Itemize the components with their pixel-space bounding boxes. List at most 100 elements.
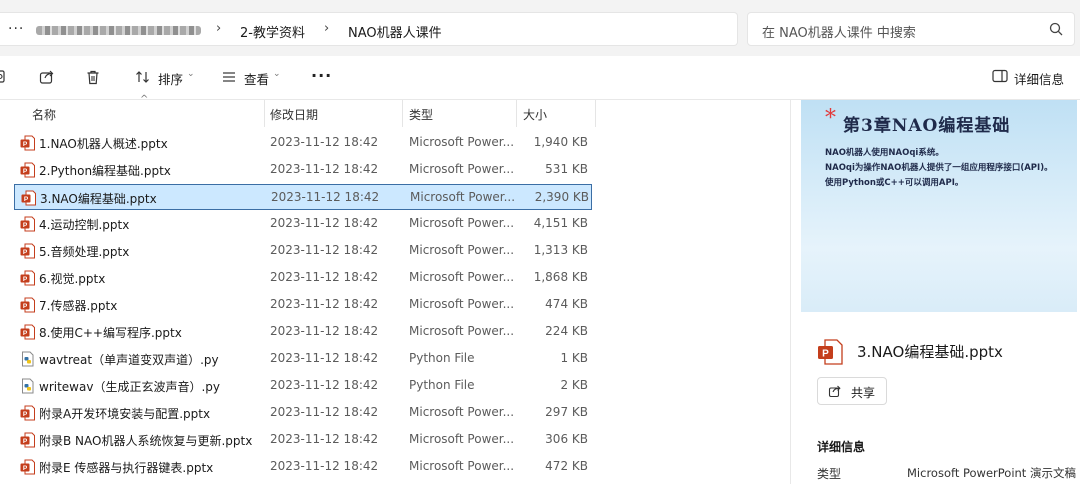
view-icon[interactable] [220,68,238,86]
file-name[interactable]: 6.视觉.pptx [39,270,271,287]
svg-text:P: P [23,438,28,445]
python-file-icon [22,351,34,367]
sort-button-label[interactable]: 排序 [158,69,183,88]
sort-ascending-icon: ^ [140,94,149,105]
file-name[interactable]: 1.NAO机器人概述.pptx [39,135,271,152]
file-size: 472 KB [545,459,588,473]
file-name[interactable]: 8.使用C++编写程序.pptx [39,324,271,341]
preview-line: NAOqi为操作NAO机器人提供了一组应用程序接口(API)。 [825,163,1053,173]
file-modified: 2023-11-12 18:42 [270,459,379,473]
more-options-button[interactable]: ··· [311,66,332,85]
file-modified: 2023-11-12 18:42 [270,270,379,284]
preview-title: 第3章NAO编程基础 [843,116,1011,136]
file-size: 297 KB [545,405,588,419]
file-row[interactable]: P 7.传感器.pptx 2023-11-12 18:42 Microsoft Pow… [14,292,592,318]
file-type: Microsoft Power... [409,324,514,338]
file-name[interactable]: 5.音频处理.pptx [39,243,271,260]
powerpoint-file-icon: P [20,324,35,340]
file-modified: 2023-11-12 18:42 [270,297,379,311]
address-bar-row: ··· › 2-教学资料 › NAO机器人课件 在 NAO机器人课件 中搜索 [0,0,1080,56]
file-name[interactable]: 附录E 传感器与执行器键表.pptx [39,459,271,476]
details-type-value: Microsoft PowerPoint 演示文稿 [907,466,1076,480]
file-type: Microsoft Power... [409,216,514,230]
file-type: Microsoft Power... [409,459,514,473]
file-row[interactable]: wavtreat（单声道变双声道）.py 2023-11-12 18:42 Pyth… [14,346,592,372]
file-name[interactable]: 附录B NAO机器人系统恢复与更新.pptx [39,432,271,449]
column-divider[interactable] [595,100,596,127]
file-modified: 2023-11-12 18:42 [270,243,379,257]
file-modified: 2023-11-12 18:42 [270,324,379,338]
file-list: ^ 名称 修改日期 类型 大小 P 1.NAO机器人概述.pptx 2023-11-… [0,94,790,484]
column-divider[interactable] [516,100,517,127]
file-row[interactable]: P 附录B NAO机器人系统恢复与更新.pptx 2023-11-12 18:42 M… [14,427,592,453]
svg-text:P: P [822,349,829,360]
file-row[interactable]: writewav（生成正玄波声音）.py 2023-11-12 18:42 Pyth… [14,373,592,399]
file-row[interactable]: P 附录A开发环境安装与配置.pptx 2023-11-12 18:42 Micros… [14,400,592,426]
file-name[interactable]: writewav（生成正玄波声音）.py [39,378,271,395]
file-row[interactable]: P 4.运动控制.pptx 2023-11-12 18:42 Microsoft Po… [14,211,592,237]
sort-icon[interactable] [134,68,152,86]
view-button-label[interactable]: 查看 [244,69,269,88]
delete-icon[interactable] [84,68,102,86]
powerpoint-file-icon: P [20,162,35,178]
details-pane-icon [992,69,1008,83]
powerpoint-file-icon: P [20,297,35,313]
file-size: 2,390 KB [534,190,589,204]
address-bar[interactable]: ··· › 2-教学资料 › NAO机器人课件 [0,12,738,46]
share-button[interactable]: 共享 [817,377,887,405]
file-size: 1,940 KB [533,135,588,149]
column-divider[interactable] [264,100,265,127]
slide-preview: * 第3章NAO编程基础 NAO机器人使用NAOqi系统。 NAOqi为操作NA… [801,100,1077,312]
file-size: 224 KB [545,324,588,338]
svg-text:P: P [23,249,28,256]
file-name[interactable]: 附录A开发环境安装与配置.pptx [39,405,271,422]
file-size: 474 KB [545,297,588,311]
blurred-breadcrumb[interactable] [36,26,201,35]
chevron-down-icon[interactable]: ⌄ [273,69,281,79]
file-size: 1,313 KB [533,243,588,257]
file-row[interactable]: P 2.Python编程基础.pptx 2023-11-12 18:42 Micros… [14,157,592,183]
details-section-title: 详细信息 [817,440,866,454]
file-type: Microsoft Power... [409,432,514,446]
file-modified: 2023-11-12 18:42 [271,190,380,204]
search-input[interactable]: 在 NAO机器人课件 中搜索 [747,12,1075,46]
breadcrumb-separator[interactable]: › [324,21,329,36]
column-header-type[interactable]: 类型 [409,100,433,127]
svg-text:P: P [24,196,29,203]
column-header-modified[interactable]: 修改日期 [270,100,318,127]
search-icon[interactable] [1048,21,1064,37]
powerpoint-file-icon: P [21,190,36,206]
share-icon [828,385,841,398]
command-bar: 排序 ⌄ 查看 ⌄ ··· 详细信息 [0,56,1080,100]
share-icon[interactable] [38,68,56,86]
details-pane-button[interactable]: 详细信息 [992,69,1064,88]
column-header-name[interactable]: 名称 [32,100,56,127]
column-divider[interactable] [402,100,403,127]
column-header-size[interactable]: 大小 [523,100,547,127]
file-name[interactable]: 4.运动控制.pptx [39,216,271,233]
preview-line: 使用Python或C++可以调用API。 [825,178,964,188]
file-type: Python File [409,351,475,365]
copy-path-icon[interactable] [0,68,10,86]
file-type: Microsoft Power... [409,405,514,419]
details-pane-label: 详细信息 [1013,72,1064,87]
file-row[interactable]: P 3.NAO编程基础.pptx 2023-11-12 18:42 Microsoft… [14,184,592,210]
breadcrumb-nao-courseware[interactable]: NAO机器人课件 [348,22,442,41]
file-row[interactable]: P 1.NAO机器人概述.pptx 2023-11-12 18:42 Microsof… [14,130,592,156]
file-name[interactable]: wavtreat（单声道变双声道）.py [39,351,271,368]
share-button-label: 共享 [851,386,876,400]
file-row[interactable]: P 8.使用C++编写程序.pptx 2023-11-12 18:42 Microso… [14,319,592,345]
file-name[interactable]: 2.Python编程基础.pptx [39,162,271,179]
breadcrumb-teaching-materials[interactable]: 2-教学资料 [240,22,305,41]
file-row[interactable]: P 附录E 传感器与执行器键表.pptx 2023-11-12 18:42 Micro… [14,454,592,480]
chevron-down-icon[interactable]: ⌄ [187,69,195,79]
file-row[interactable]: P 5.音频处理.pptx 2023-11-12 18:42 Microsoft Po… [14,238,592,264]
file-name[interactable]: 7.传感器.pptx [39,297,271,314]
svg-text:P: P [23,222,28,229]
breadcrumb-overflow-button[interactable]: ··· [8,21,24,37]
file-size: 4,151 KB [533,216,588,230]
file-name[interactable]: 3.NAO编程基础.pptx [40,190,272,207]
file-size: 531 KB [545,162,588,176]
file-row[interactable]: P 6.视觉.pptx 2023-11-12 18:42 Microsoft Powe… [14,265,592,291]
breadcrumb-separator[interactable]: › [216,21,221,36]
